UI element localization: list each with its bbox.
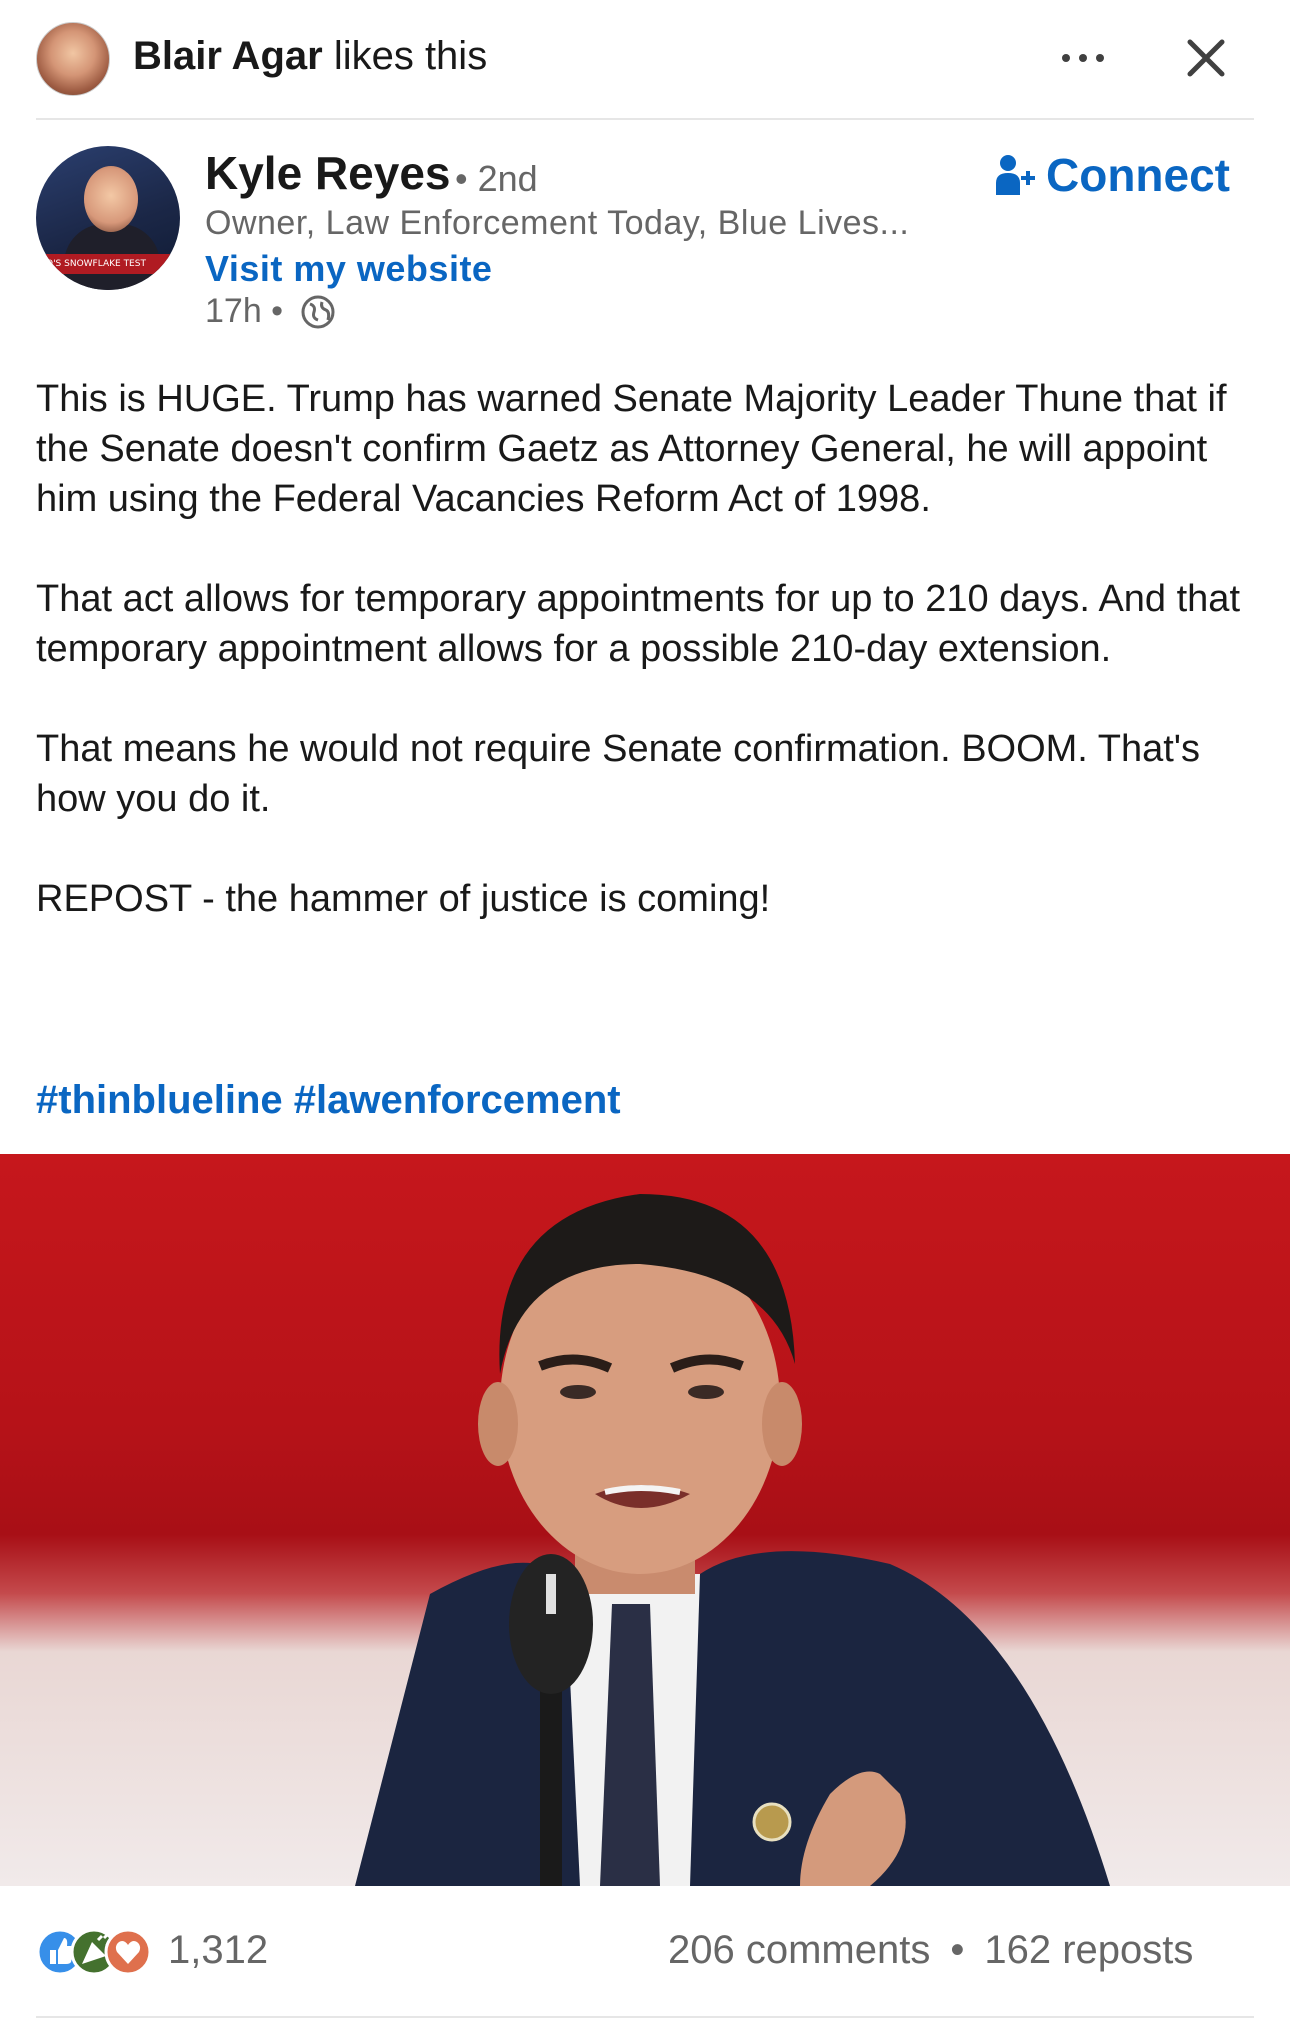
comments-count[interactable]: 206 comments — [668, 1928, 930, 1972]
reposts-count[interactable]: 162 reposts — [984, 1928, 1193, 1972]
post-paragraph: That act allows for temporary appointmen… — [36, 578, 1240, 670]
engagement-stats: 206 comments • 162 reposts — [668, 1928, 1193, 1973]
connection-degree: • 2nd — [455, 158, 538, 199]
reaction-stack — [36, 1928, 152, 1976]
social-action: likes this — [333, 34, 488, 78]
author-name[interactable]: Kyle Reyes — [205, 146, 451, 200]
separator-dot: • — [950, 1928, 965, 1972]
post-text: This is HUGE. Trump has warned Senate Ma… — [36, 374, 1266, 924]
post-timestamp: 17h • — [205, 292, 284, 330]
love-icon — [104, 1928, 152, 1976]
reaction-count[interactable]: 1,312 — [168, 1928, 268, 1973]
social-context: Blair Agar likes this — [133, 34, 487, 79]
more-options-icon[interactable] — [1058, 38, 1108, 78]
add-person-icon — [996, 155, 1035, 195]
globe-icon — [301, 295, 335, 329]
connect-label: Connect — [1046, 149, 1230, 201]
author-avatar[interactable]: O'S SNOWFLAKE TEST — [36, 146, 180, 290]
speaker-photo — [355, 1194, 1110, 1886]
close-icon[interactable] — [1184, 36, 1228, 80]
header-divider — [36, 118, 1254, 120]
reaction-icons[interactable] — [36, 1924, 156, 1980]
post-image[interactable] — [0, 1154, 1290, 1886]
post-paragraph: This is HUGE. Trump has warned Senate Ma… — [36, 378, 1227, 520]
visit-website-link[interactable]: Visit my website — [205, 248, 492, 290]
post-paragraph: REPOST - the hammer of justice is coming… — [36, 878, 771, 920]
actor-avatar[interactable] — [36, 22, 110, 96]
post-hashtags[interactable]: #thinblueline #lawenforcement — [36, 1078, 621, 1123]
connect-button[interactable]: Connect — [996, 148, 1230, 202]
author-headline: Owner, Law Enforcement Today, Blue Lives… — [205, 204, 910, 242]
post-paragraph: That means he would not require Senate c… — [36, 728, 1201, 820]
actor-name[interactable]: Blair Agar — [133, 34, 323, 78]
footer-divider — [36, 2016, 1254, 2018]
avatar-caption: O'S SNOWFLAKE TEST — [36, 254, 180, 274]
